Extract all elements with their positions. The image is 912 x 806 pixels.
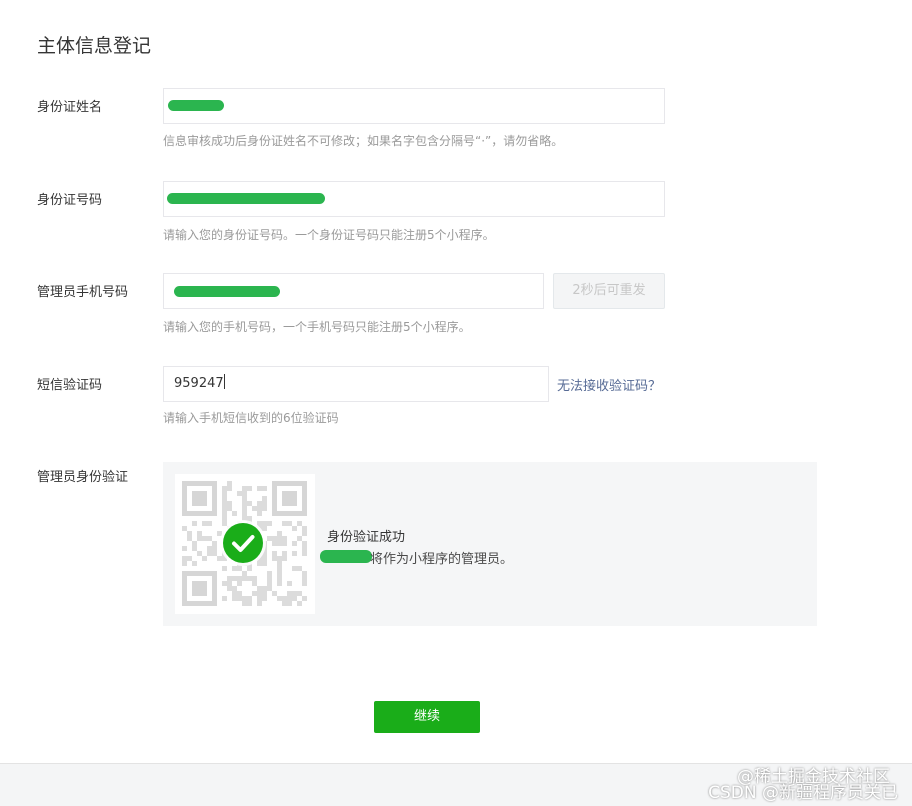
verify-success-title: 身份验证成功 [327, 530, 406, 545]
redaction-mask [168, 100, 224, 111]
sms-code-value: 959247 [174, 376, 224, 391]
sms-code-label: 短信验证码 [37, 378, 103, 393]
continue-button[interactable]: 继续 [374, 701, 480, 733]
identity-verify-panel: 身份验证成功 将作为小程序的管理员。 [163, 462, 817, 626]
phone-hint: 请输入您的手机号码，一个手机号码只能注册5个小程序。 [163, 320, 471, 334]
id-number-hint: 请输入您的身份证号码。一个身份证号码只能注册5个小程序。 [163, 228, 495, 242]
watermark-csdn: CSDN @新疆程序员关已 [708, 783, 898, 803]
redaction-mask [174, 286, 280, 297]
sms-code-hint: 请输入手机短信收到的6位验证码 [163, 411, 339, 425]
id-number-label: 身份证号码 [37, 193, 103, 208]
sms-code-input[interactable]: 959247 [163, 366, 549, 402]
redaction-mask [167, 193, 325, 204]
resend-code-button[interactable]: 2秒后可重发 [553, 273, 665, 309]
id-name-hint: 信息审核成功后身份证姓名不可修改；如果名字包含分隔号“·”，请勿省略。 [163, 134, 564, 148]
redaction-mask [320, 550, 372, 563]
cannot-receive-code-link[interactable]: 无法接收验证码？ [557, 375, 661, 394]
phone-label: 管理员手机号码 [37, 285, 129, 300]
id-name-input[interactable] [163, 88, 665, 124]
text-cursor [223, 374, 225, 389]
verify-success-desc: 将作为小程序的管理员。 [370, 552, 514, 567]
id-name-label: 身份证姓名 [37, 100, 103, 115]
page-title: 主体信息登记 [37, 35, 152, 57]
identity-verify-label: 管理员身份验证 [37, 470, 129, 485]
success-check-icon [223, 523, 263, 563]
